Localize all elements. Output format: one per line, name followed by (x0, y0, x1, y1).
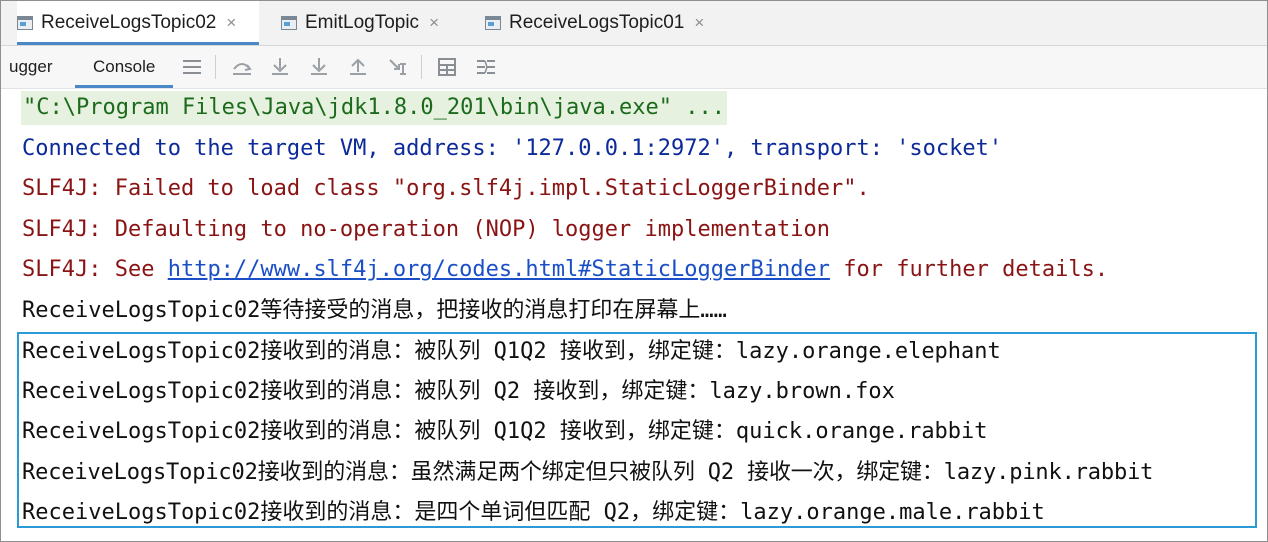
console-line-slf4j-failed: SLF4J: Failed to load class "org.slf4j.i… (22, 176, 870, 201)
console-line-command: "C:\Program Files\Java\jdk1.8.0_201\bin\… (21, 91, 727, 125)
console-output[interactable]: "C:\Program Files\Java\jdk1.8.0_201\bin\… (1, 89, 1267, 541)
console-line-received: ReceiveLogsTopic02接收到的消息：被队列 Q1Q2 接收到，绑定… (22, 419, 988, 444)
run-config-icon (281, 16, 297, 30)
hamburger-menu-icon[interactable] (179, 54, 205, 80)
console-line-connected: Connected to the target VM, address: '12… (22, 136, 1003, 161)
ide-run-window: ReceiveLogsTopic02 × EmitLogTopic × Rece… (0, 0, 1268, 542)
step-out-icon[interactable] (345, 54, 371, 80)
debug-toolstrip: ugger Console (1, 46, 1267, 89)
console-line-received: ReceiveLogsTopic02接收到的消息：被队列 Q1Q2 接收到，绑定… (22, 339, 1001, 364)
console-line-received: ReceiveLogsTopic02接收到的消息：是四个单词但匹配 Q2，绑定键… (22, 500, 1045, 525)
step-into-icon[interactable] (267, 54, 293, 80)
tab-debugger[interactable]: ugger (9, 46, 52, 88)
close-icon[interactable]: × (226, 13, 236, 33)
trace-icon[interactable] (473, 54, 499, 80)
tab-debugger-label: ugger (9, 57, 53, 76)
slf4j-see-suffix: for further details. (829, 257, 1109, 282)
console-line-received: ReceiveLogsTopic02接收到的消息：虽然满足两个绑定但只被队列 Q… (22, 460, 1154, 485)
run-tab-bar: ReceiveLogsTopic02 × EmitLogTopic × Rece… (1, 1, 1267, 46)
tab-label: EmitLogTopic (305, 12, 420, 33)
slf4j-codes-link[interactable]: http://www.slf4j.org/codes.html#StaticLo… (168, 257, 830, 282)
evaluate-expression-icon[interactable] (434, 54, 460, 80)
tab-label: ReceiveLogsTopic02 (41, 12, 217, 33)
force-step-into-icon[interactable] (306, 54, 332, 80)
slf4j-see-prefix: SLF4J: See (22, 257, 168, 282)
tab-receive-logs-topic02[interactable]: ReceiveLogsTopic02 × (17, 1, 259, 45)
close-icon[interactable]: × (694, 13, 704, 33)
tab-console[interactable]: Console (75, 46, 174, 88)
tab-emit-log-topic[interactable]: EmitLogTopic × (281, 1, 461, 45)
console-line-waiting: ReceiveLogsTopic02等待接受的消息，把接收的消息打印在屏幕上…… (22, 298, 727, 323)
close-icon[interactable]: × (429, 13, 439, 33)
tab-receive-logs-topic01[interactable]: ReceiveLogsTopic01 × (485, 1, 725, 45)
tab-console-label: Console (93, 57, 156, 76)
console-line-received: ReceiveLogsTopic02接收到的消息：被队列 Q2 接收到，绑定键：… (22, 379, 895, 404)
run-config-icon (485, 16, 501, 30)
step-over-icon[interactable] (229, 54, 255, 80)
console-line-slf4j-see: SLF4J: See http://www.slf4j.org/codes.ht… (22, 253, 1108, 287)
toolbar-separator (421, 55, 422, 79)
toolbar-separator (215, 55, 216, 79)
console-line-slf4j-default: SLF4J: Defaulting to no-operation (NOP) … (22, 217, 830, 242)
run-to-cursor-icon[interactable] (385, 54, 411, 80)
tab-label: ReceiveLogsTopic01 (509, 12, 685, 33)
run-config-icon (17, 16, 33, 30)
